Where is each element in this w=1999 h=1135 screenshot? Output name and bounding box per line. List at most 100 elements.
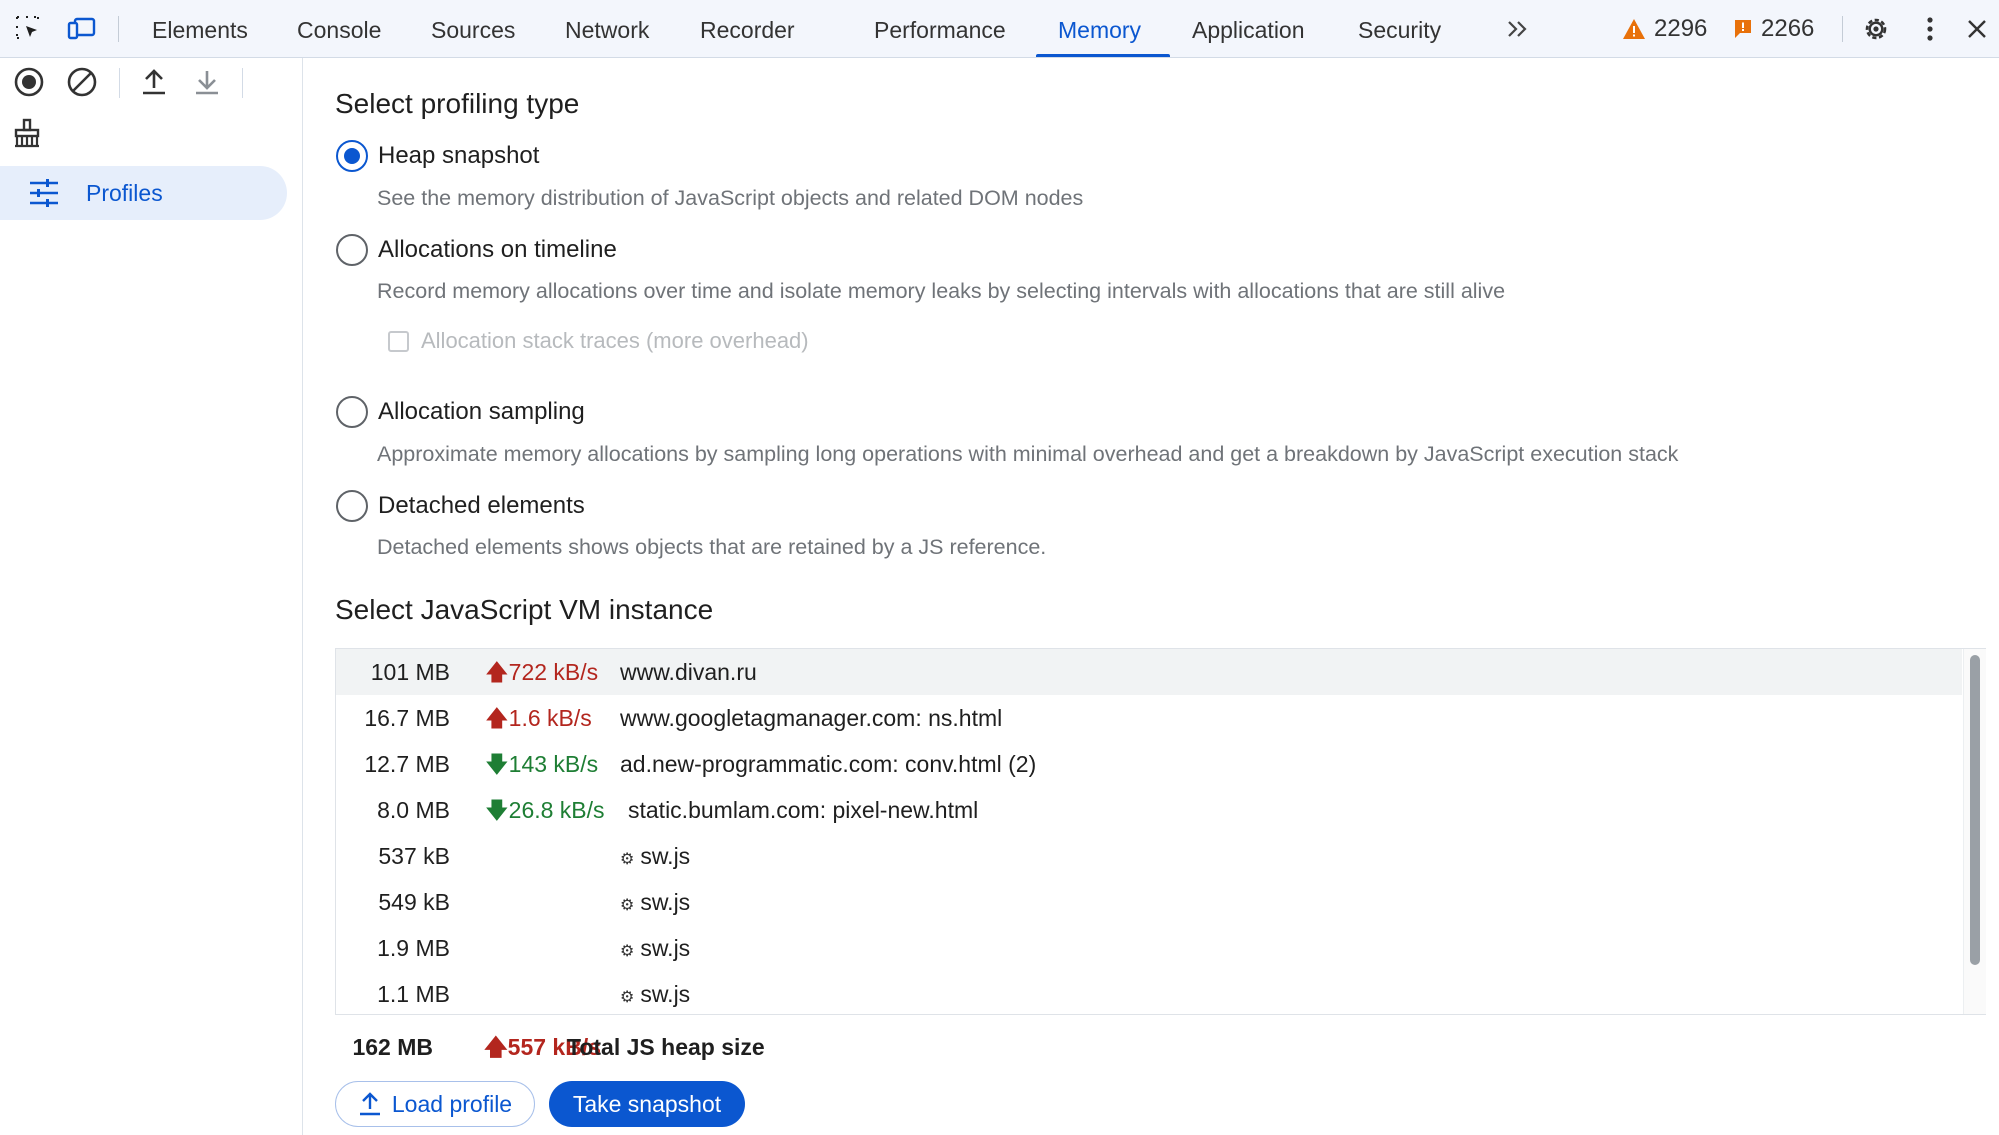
warnings-counter[interactable]: 2296 xyxy=(1622,0,1707,58)
instance-url: sw.js xyxy=(640,981,691,1007)
checkbox-label: Allocation stack traces (more overhead) xyxy=(421,328,809,353)
sidebar-item-profiles[interactable]: Profiles xyxy=(0,166,287,220)
scrollbar-thumb[interactable] xyxy=(1970,655,1980,965)
instance-url: www.googletagmanager.com: ns.html xyxy=(620,705,1003,731)
allocation-stack-traces-option: Allocation stack traces (more overhead) xyxy=(388,328,809,354)
radio-label: Allocation sampling xyxy=(378,398,585,425)
heap-size: 16.7 MB xyxy=(364,705,450,731)
vm-instance-row[interactable]: 8.0 MB 🡇26.8 kB/s static.bumlam.com: pix… xyxy=(336,787,1962,833)
load-profile-label: Load profile xyxy=(391,1090,513,1117)
rate-down: 🡇143 kB/s xyxy=(485,751,599,777)
tune-sliders-icon xyxy=(30,179,58,207)
tab-elements[interactable]: Elements xyxy=(152,0,248,58)
tab-performance[interactable]: Performance xyxy=(874,0,1006,58)
tab-recorder[interactable]: Recorder xyxy=(700,0,795,58)
heap-rate: 143 kB/s xyxy=(508,751,599,777)
option-detached-elements[interactable]: Detached elements xyxy=(336,490,585,522)
option-heap-snapshot[interactable]: Heap snapshot xyxy=(336,140,539,172)
instance-url: sw.js xyxy=(640,843,691,869)
stack-traces-checkbox xyxy=(388,330,409,352)
tab-sources[interactable]: Sources xyxy=(431,0,515,58)
inspect-element-icon[interactable] xyxy=(11,11,47,47)
more-options-icon[interactable] xyxy=(1912,11,1948,47)
heap-size: 537 kB xyxy=(378,843,450,869)
vm-instance-list: 101 MB 🡅722 kB/s www.divan.ru 16.7 MB 🡅1… xyxy=(335,648,1986,1015)
close-devtools-icon[interactable] xyxy=(1959,11,1995,47)
heap-rate: 722 kB/s xyxy=(508,659,599,685)
clear-all-icon[interactable] xyxy=(62,62,102,102)
devtools-toolbar: Elements Console Sources Network Recorde… xyxy=(0,0,1999,58)
vm-instance-heading: Select JavaScript VM instance xyxy=(335,594,714,625)
heap-rate: 26.8 kB/s xyxy=(508,797,605,823)
instance-url: www.divan.ru xyxy=(620,659,757,685)
radio-allocations-timeline[interactable] xyxy=(336,234,368,266)
option-description: Approximate memory allocations by sampli… xyxy=(377,442,1679,466)
upload-icon[interactable] xyxy=(134,62,174,102)
download-icon[interactable] xyxy=(187,62,227,102)
rate-down: 🡇26.8 kB/s xyxy=(485,797,605,823)
upload-icon xyxy=(359,1092,380,1116)
service-worker-gear-icon: ⚙ xyxy=(620,943,635,960)
warnings-count: 2296 xyxy=(1654,15,1708,42)
device-toolbar-icon[interactable] xyxy=(64,11,100,47)
service-worker-gear-icon: ⚙ xyxy=(620,989,635,1006)
more-tabs-icon[interactable] xyxy=(1500,11,1536,47)
record-icon[interactable] xyxy=(9,62,49,102)
service-worker-gear-icon: ⚙ xyxy=(620,851,635,868)
rate-up: 🡅1.6 kB/s xyxy=(485,705,592,731)
heap-rate: 1.6 kB/s xyxy=(508,705,592,731)
worker-url: ⚙ sw.js xyxy=(620,971,690,1021)
option-description: See the memory distribution of JavaScrip… xyxy=(377,186,1084,210)
worker-url: ⚙ sw.js xyxy=(620,925,690,975)
memory-panel: Select profiling type Heap snapshot See … xyxy=(304,58,1999,1135)
total-heap-label: Total JS heap size xyxy=(567,1034,765,1060)
vm-instance-row[interactable]: 16.7 MB 🡅1.6 kB/s www.googletagmanager.c… xyxy=(336,695,1962,741)
vm-instance-row[interactable]: 101 MB 🡅722 kB/s www.divan.ru xyxy=(336,649,1962,695)
warning-icon xyxy=(1623,19,1645,39)
total-heap-row: 162 MB 🡅557 kB/s Total JS heap size xyxy=(335,1027,1235,1067)
tab-security[interactable]: Security xyxy=(1358,0,1441,58)
issue-flag-icon xyxy=(1735,20,1751,38)
option-allocations-timeline[interactable]: Allocations on timeline xyxy=(336,234,617,266)
load-profile-button[interactable]: Load profile xyxy=(335,1081,535,1127)
collect-garbage-icon[interactable] xyxy=(7,113,47,153)
instance-url: sw.js xyxy=(640,935,691,961)
rate-up: 🡅722 kB/s xyxy=(485,659,599,685)
profiles-sidebar: Profiles xyxy=(0,58,303,1135)
radio-label: Heap snapshot xyxy=(378,142,540,169)
vm-list-scrollbar[interactable] xyxy=(1963,649,1986,1014)
vm-instance-row[interactable]: 537 kB ⚙ sw.js xyxy=(336,833,1962,879)
radio-detached-elements[interactable] xyxy=(336,490,368,522)
issues-count: 2266 xyxy=(1761,15,1815,42)
vm-instance-row[interactable]: 1.9 MB ⚙ sw.js xyxy=(336,925,1962,971)
radio-allocation-sampling[interactable] xyxy=(336,396,368,428)
instance-url: static.bumlam.com: pixel-new.html xyxy=(628,797,979,823)
settings-gear-icon[interactable] xyxy=(1858,11,1894,47)
instance-url: ad.new-programmatic.com: conv.html (2) xyxy=(620,751,1037,777)
tab-application[interactable]: Application xyxy=(1192,0,1305,58)
radio-label: Allocations on timeline xyxy=(378,236,617,263)
heap-size: 8.0 MB xyxy=(377,797,450,823)
tab-network[interactable]: Network xyxy=(565,0,649,58)
heap-size: 549 kB xyxy=(378,889,450,915)
option-description: Record memory allocations over time and … xyxy=(377,279,1506,303)
tab-memory[interactable]: Memory xyxy=(1058,0,1141,58)
option-allocation-sampling[interactable]: Allocation sampling xyxy=(336,396,585,428)
heap-size: 1.1 MB xyxy=(377,981,450,1007)
heap-size: 1.9 MB xyxy=(377,935,450,961)
service-worker-gear-icon: ⚙ xyxy=(620,897,635,914)
heap-size: 12.7 MB xyxy=(364,751,450,777)
worker-url: ⚙ sw.js xyxy=(620,879,690,929)
active-tab-indicator xyxy=(1036,54,1170,57)
profiling-type-heading: Select profiling type xyxy=(335,88,580,119)
vm-instance-row[interactable]: 1.1 MB ⚙ sw.js xyxy=(336,971,1962,1017)
radio-heap-snapshot[interactable] xyxy=(336,140,368,172)
vm-instance-row[interactable]: 549 kB ⚙ sw.js xyxy=(336,879,1962,925)
issues-counter[interactable]: 2266 xyxy=(1733,0,1814,58)
instance-url: sw.js xyxy=(640,889,691,915)
sidebar-item-label: Profiles xyxy=(86,179,163,206)
take-snapshot-button[interactable]: Take snapshot xyxy=(549,1081,745,1127)
vm-instance-row[interactable]: 12.7 MB 🡇143 kB/s ad.new-programmatic.co… xyxy=(336,741,1962,787)
tab-console[interactable]: Console xyxy=(297,0,381,58)
option-description: Detached elements shows objects that are… xyxy=(377,535,1047,559)
